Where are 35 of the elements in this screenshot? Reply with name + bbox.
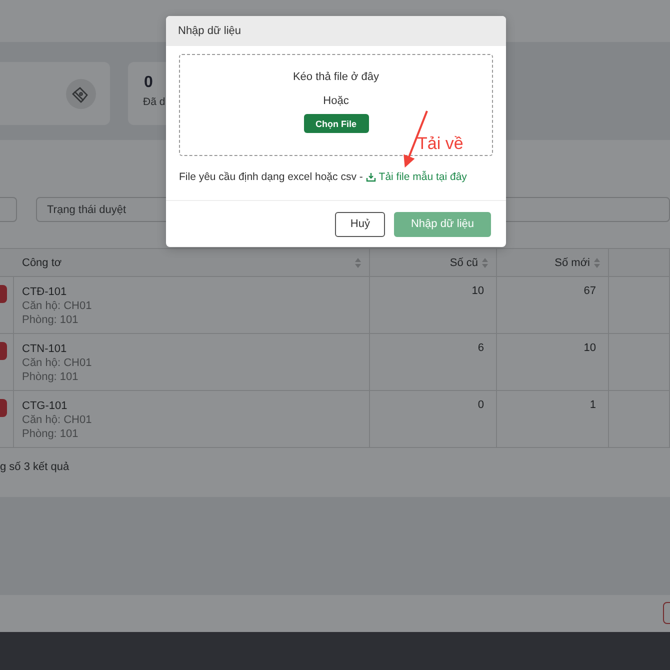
table-cell: 0 xyxy=(478,399,484,411)
room-text: Phòng: 101 xyxy=(22,427,80,441)
format-note: File yêu cầu định dạng excel hoặc csv - xyxy=(179,171,364,183)
result-count: g số 3 kết quả xyxy=(0,461,70,473)
apartment-text: Căn hộ: CH01 xyxy=(22,356,93,370)
stat-value: 0 xyxy=(144,74,153,92)
choose-file-button[interactable]: Chọn File xyxy=(304,114,368,133)
cancel-button[interactable]: Huỷ xyxy=(335,212,385,236)
column-header: Số mới xyxy=(554,256,590,268)
drop-hint: Kéo thả file ở đây xyxy=(292,71,380,84)
table-cell: 10 xyxy=(584,342,596,354)
column-header: Số cũ xyxy=(450,256,478,268)
status-badge[interactable] xyxy=(0,399,7,417)
table-cell: 67 xyxy=(584,285,596,297)
room-text: Phòng: 101 xyxy=(22,370,80,384)
stat-label: Đã d xyxy=(143,96,166,108)
input-field[interactable] xyxy=(0,197,17,222)
column-header: Công tơ xyxy=(22,256,62,268)
apartment-text: Căn hộ: CH01 xyxy=(22,413,93,427)
table-cell: 1 xyxy=(590,399,596,411)
table-cell: 10 xyxy=(472,285,484,297)
or-text: Hoặc xyxy=(323,95,349,108)
apartment-text: Căn hộ: CH01 xyxy=(22,299,93,313)
status-badge[interactable] xyxy=(0,342,7,360)
download-icon xyxy=(366,172,376,182)
room-text: Phòng: 101 xyxy=(22,313,80,327)
template-link[interactable]: Tải file mẫu tại đây xyxy=(366,171,467,183)
annotation-text: Tải về xyxy=(417,134,464,154)
meter-name: CTG-101 xyxy=(22,399,68,413)
status-badge[interactable] xyxy=(0,285,7,303)
meter-name: CTĐ-101 xyxy=(22,285,68,299)
meter-name: CTN-101 xyxy=(22,342,68,356)
table-cell: 6 xyxy=(478,342,484,354)
dialog-title: Nhập dữ liệu xyxy=(178,25,242,37)
pen-icon xyxy=(66,78,96,108)
